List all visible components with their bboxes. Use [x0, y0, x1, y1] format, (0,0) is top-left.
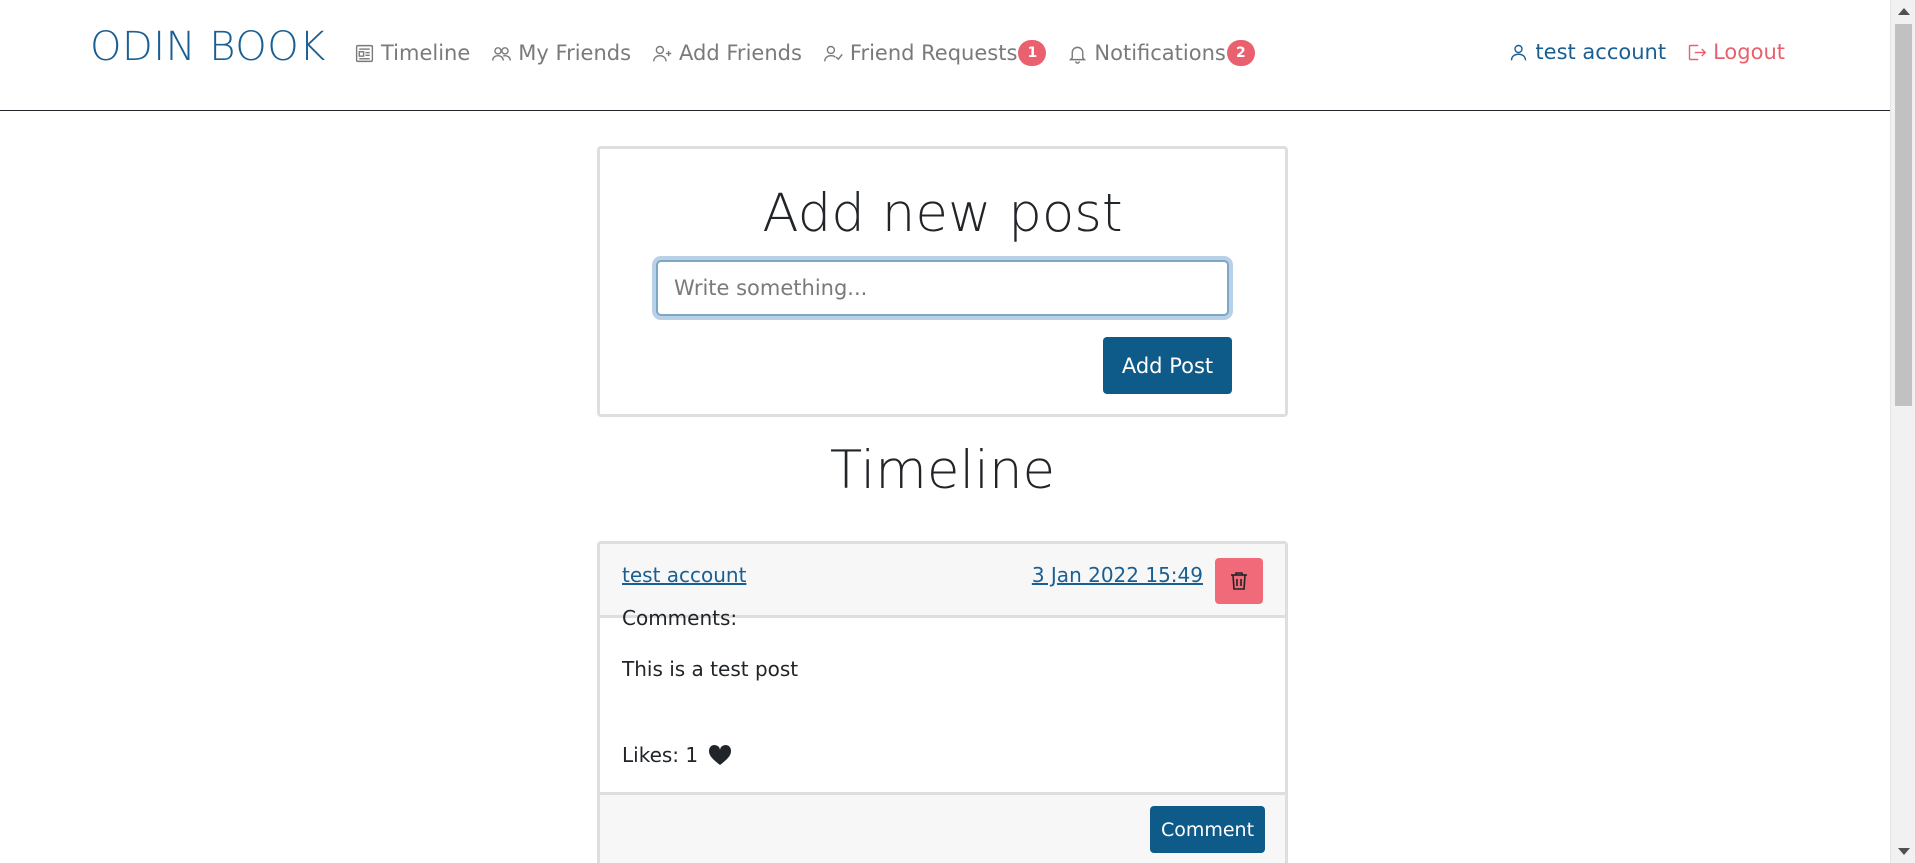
nav-link-label: Add Friends	[679, 41, 802, 65]
nav-links: Timeline My Friends Add Friends Friend R…	[354, 40, 1276, 66]
brand-logo[interactable]: ODIN BOOK	[90, 24, 326, 70]
nav-link-label: My Friends	[518, 41, 632, 65]
user-plus-icon	[653, 45, 672, 61]
user-icon	[1511, 44, 1527, 60]
nav-link-label: Timeline	[381, 41, 471, 65]
comment-button[interactable]: Comment	[1150, 806, 1265, 853]
logout-link[interactable]: Logout	[1686, 40, 1785, 64]
post-date-link[interactable]: 3 Jan 2022 15:49	[1032, 563, 1203, 587]
add-post-button[interactable]: Add Post	[1103, 337, 1232, 394]
timeline-title: Timeline	[829, 440, 1056, 501]
notifications-badge: 2	[1226, 40, 1255, 66]
bell-icon	[1069, 46, 1087, 64]
delete-post-button[interactable]	[1215, 558, 1263, 604]
nav-link-timeline[interactable]: Timeline	[354, 41, 470, 65]
users-icon	[492, 46, 512, 61]
scroll-down-arrow-icon[interactable]	[1898, 848, 1910, 855]
scroll-up-arrow-icon[interactable]	[1898, 8, 1910, 15]
page-scrollbar[interactable]	[1890, 0, 1915, 863]
newspaper-icon	[355, 44, 374, 62]
post-input[interactable]	[656, 260, 1229, 316]
post-author-link[interactable]: test account	[622, 563, 746, 587]
likes-label: Likes: 1	[622, 743, 699, 767]
user-check-icon	[823, 45, 843, 61]
post-card: test account 3 Jan 2022 15:49 This is a …	[597, 541, 1288, 863]
nav-right: test account Logout	[1508, 40, 1785, 64]
post-likes: Likes: 1	[622, 743, 732, 767]
trash-icon	[1231, 572, 1247, 590]
nav-link-notifications[interactable]: Notifications 2	[1067, 40, 1255, 66]
logout-icon	[1688, 44, 1707, 60]
nav-link-label: Friend Requests	[849, 41, 1018, 65]
scroll-thumb[interactable]	[1895, 24, 1912, 406]
nav-user-label: test account	[1535, 40, 1667, 64]
nav-link-my-friends[interactable]: My Friends	[491, 41, 631, 65]
friend-requests-badge: 1	[1018, 40, 1047, 66]
logout-label: Logout	[1713, 40, 1785, 64]
nav-user-profile[interactable]: test account	[1508, 40, 1666, 64]
comments-label: Comments:	[622, 606, 738, 630]
add-post-card: Add new post Add Post	[597, 146, 1288, 417]
nav-link-add-friends[interactable]: Add Friends	[652, 41, 802, 65]
nav-link-label: Notifications	[1094, 41, 1226, 65]
add-post-title: Add new post	[762, 183, 1123, 244]
post-body: This is a test post	[622, 657, 799, 681]
heart-icon[interactable]	[708, 744, 732, 766]
nav-link-friend-requests[interactable]: Friend Requests 1	[823, 40, 1047, 66]
navbar: ODIN BOOK Timeline My Friends Add Friend…	[0, 0, 1890, 111]
